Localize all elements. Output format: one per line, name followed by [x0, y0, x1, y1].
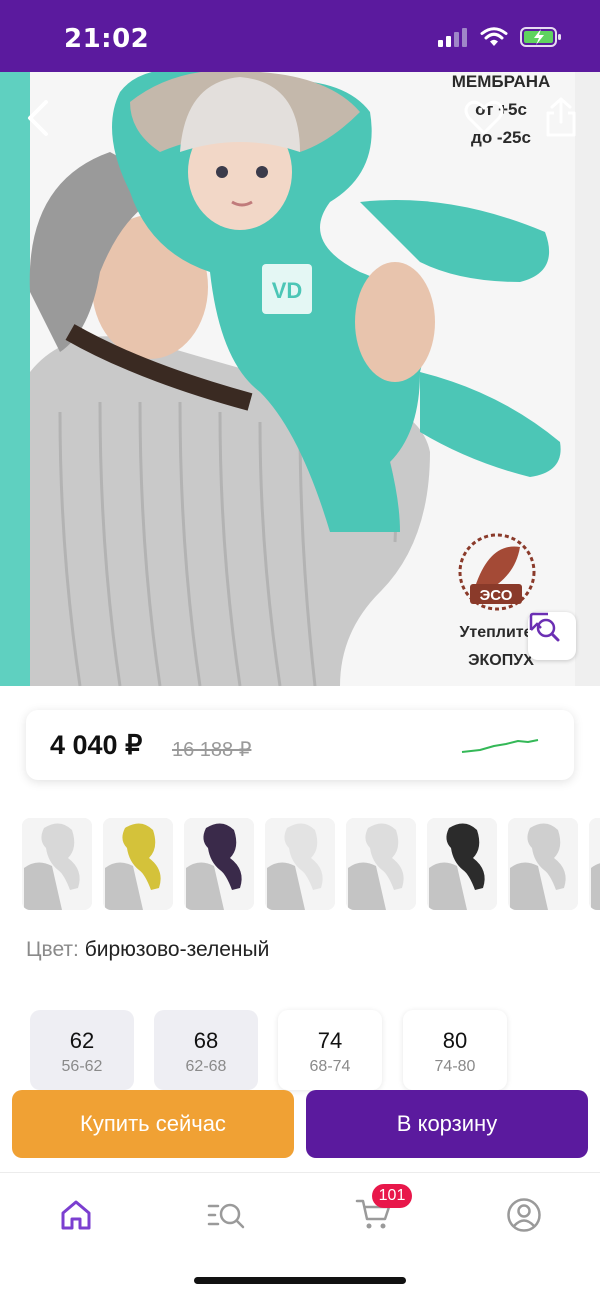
tab-profile[interactable]	[500, 1191, 548, 1239]
status-time: 21:02	[64, 24, 150, 54]
buy-now-button[interactable]: Купить сейчас	[12, 1090, 294, 1158]
size-number: 62	[69, 1028, 95, 1053]
variant-thumbnail[interactable]	[265, 818, 335, 910]
old-price: 16 188 ₽	[172, 739, 252, 761]
brand-logo-text: VD	[272, 278, 303, 303]
size-option-62[interactable]: 62 56-62	[30, 1010, 134, 1090]
variant-thumbnail-image	[22, 818, 92, 910]
size-range: 74-80	[434, 1058, 476, 1075]
home-indicator[interactable]	[194, 1277, 406, 1284]
variant-thumbnail[interactable]	[427, 818, 497, 910]
variant-thumbnails	[0, 818, 600, 910]
color-info: Цвет: бирюзово-зеленый	[26, 938, 269, 962]
variant-thumbnail-image	[508, 818, 578, 910]
variant-thumbnail[interactable]	[589, 818, 600, 910]
status-bar: 21:02	[0, 0, 600, 72]
image-search-icon	[529, 612, 560, 642]
variant-thumbnail[interactable]	[103, 818, 173, 910]
tab-home[interactable]	[52, 1191, 100, 1239]
size-range: 56-62	[61, 1058, 103, 1075]
image-search-button[interactable]	[528, 612, 576, 660]
price-card[interactable]: 4 040 ₽ 16 188 ₽	[26, 710, 574, 780]
heart-icon	[464, 100, 504, 135]
size-number: 68	[193, 1028, 219, 1053]
size-range: 62-68	[185, 1058, 227, 1075]
hero-membrane-line1: МЕМБРАНА	[451, 72, 551, 91]
price-history-sparkline	[461, 739, 539, 753]
size-option-74[interactable]: 74 68-74	[278, 1010, 382, 1090]
catalog-search-icon	[207, 1203, 245, 1229]
product-image[interactable]: VD ЭСО МЕМБРАНА от +5с до -25с Утеплител…	[0, 72, 600, 686]
variant-thumbnail[interactable]	[508, 818, 578, 910]
size-number: 80	[442, 1028, 468, 1053]
cart-count-badge: 101	[372, 1184, 412, 1208]
color-value: бирюзово-зеленый	[84, 938, 270, 961]
current-price: 4 040 ₽	[50, 730, 143, 760]
variant-thumbnail-image	[103, 818, 173, 910]
add-to-cart-button[interactable]: В корзину	[306, 1090, 588, 1158]
cellular-signal-icon	[438, 28, 467, 47]
home-icon	[61, 1200, 91, 1230]
status-icons	[438, 26, 562, 48]
chevron-left-icon	[28, 100, 48, 136]
share-icon	[546, 97, 576, 137]
variant-thumbnail-image	[346, 818, 416, 910]
wifi-icon	[480, 27, 508, 46]
variant-thumbnail[interactable]	[22, 818, 92, 910]
variant-thumbnail-image	[184, 818, 254, 910]
size-number: 74	[317, 1028, 343, 1053]
battery-charging-icon	[520, 27, 561, 47]
variant-thumbnail-image	[265, 818, 335, 910]
size-range: 68-74	[309, 1058, 351, 1075]
variant-thumbnail-image	[427, 818, 497, 910]
variant-thumbnail-image	[589, 818, 600, 910]
profile-icon	[507, 1198, 541, 1232]
size-option-80[interactable]: 80 74-80	[403, 1010, 507, 1090]
variant-thumbnail[interactable]	[346, 818, 416, 910]
product-photo-illustration: VD ЭСО	[0, 72, 600, 686]
color-label: Цвет:	[26, 938, 79, 961]
size-option-68[interactable]: 68 62-68	[154, 1010, 258, 1090]
eco-stamp-text: ЭСО	[480, 587, 513, 604]
variant-thumbnail[interactable]	[184, 818, 254, 910]
tab-catalog[interactable]	[202, 1191, 250, 1239]
